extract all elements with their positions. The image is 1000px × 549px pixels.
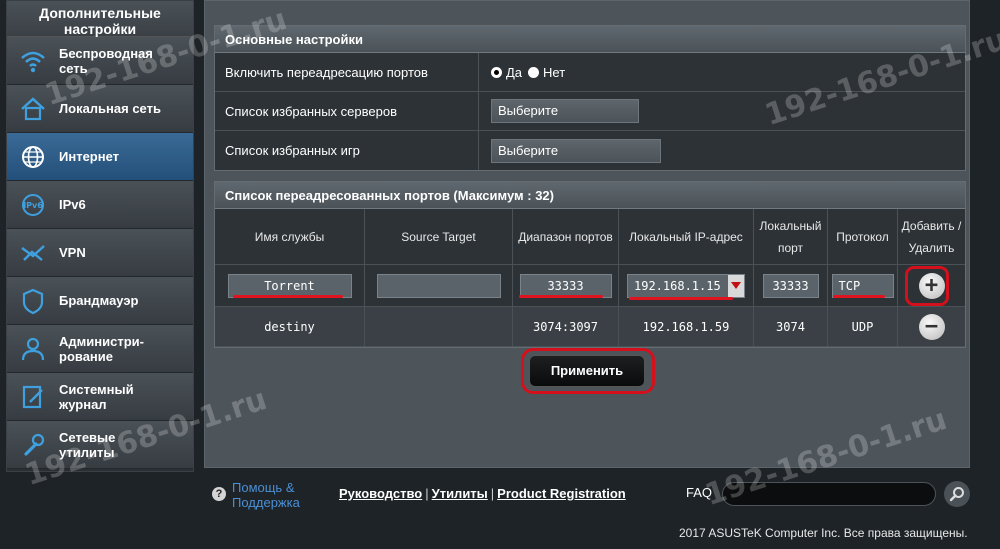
search-button[interactable] [944, 481, 970, 507]
sidebar-item-label: Системный журнал [59, 381, 134, 412]
footer-help: ? Помощь & Поддержка [212, 480, 314, 510]
sidebar-item-label: IPv6 [59, 197, 86, 212]
row-range: 3074:3097 [513, 307, 619, 346]
ipv6-icon: IPv6 [7, 181, 59, 229]
help-icon: ? [212, 487, 226, 501]
shield-icon [7, 277, 59, 325]
sidebar-item-firewall[interactable]: Брандмауэр [7, 277, 193, 325]
wrench-icon [7, 421, 59, 469]
sidebar-item-label: VPN [59, 245, 86, 260]
local-port-input[interactable]: 33333 [762, 273, 819, 298]
faq-label: FAQ [686, 485, 713, 500]
sidebar-item-label: Беспроводная сеть [59, 45, 153, 76]
favorite-servers-label: Список избранных серверов [215, 92, 479, 130]
row-protocol: UDP [828, 307, 898, 346]
sidebar-item-label: Брандмауэр [59, 293, 139, 308]
help-support-link[interactable]: Помощь & Поддержка [232, 480, 314, 510]
row-local-port: 3074 [754, 307, 828, 346]
radio-no-label: Нет [543, 64, 566, 80]
col-service-name: Имя службы [215, 209, 365, 264]
chevron-down-icon[interactable] [728, 274, 744, 297]
col-local-port: Локальный порт [754, 209, 828, 264]
source-target-input[interactable] [376, 273, 501, 298]
port-range-input[interactable]: 33333 [519, 273, 612, 298]
port-forwarding-title: Список переадресованных портов (Максимум… [215, 182, 965, 209]
table-input-row: Torrent 33333 192.168.1.15 33333 TCP + [215, 265, 965, 307]
col-add-remove: Добавить / Удалить [901, 218, 962, 255]
enable-forwarding-label: Включить переадресацию портов [215, 53, 479, 91]
manual-link[interactable]: Руководство [339, 486, 422, 501]
footer-links: Руководство | Утилиты | Product Registration [339, 486, 626, 501]
favorite-games-label: Список избранных игр [215, 131, 479, 170]
home-icon [7, 85, 59, 133]
service-name-input[interactable]: Torrent [227, 273, 352, 298]
vpn-icon [7, 229, 59, 277]
table-header: Имя службы Source Target Диапазон портов… [215, 209, 965, 265]
row-service: destiny [215, 307, 365, 346]
enable-forwarding-row: Включить переадресацию портов Да Нет [215, 53, 965, 92]
sidebar-item-label: Локальная сеть [59, 101, 161, 116]
radio-yes[interactable] [491, 66, 502, 78]
basic-settings-section: Основные настройки Включить переадресаци… [214, 25, 966, 171]
sidebar-item-label: Сетевые утилиты [59, 429, 116, 460]
radio-yes-label: Да [506, 64, 523, 80]
sidebar-item-vpn[interactable]: VPN [7, 229, 193, 277]
minus-icon: − [924, 313, 939, 339]
sidebar-item-label: Администри-рование [59, 333, 144, 364]
favorite-servers-row: Список избранных серверов Выберите [215, 92, 965, 131]
svg-text:IPv6: IPv6 [23, 201, 43, 210]
search-icon [949, 487, 964, 502]
user-icon [7, 325, 59, 373]
sidebar-item-label: Интернет [59, 149, 120, 164]
red-underline-service [233, 295, 343, 298]
port-forwarding-section: Список переадресованных портов (Максимум… [214, 181, 966, 348]
remove-button[interactable]: − [918, 313, 945, 340]
sidebar-item-syslog[interactable]: Системный журнал [7, 373, 193, 421]
radio-no[interactable] [528, 66, 540, 78]
red-underline-protocol [833, 295, 885, 298]
favorite-games-row: Список избранных игр Выберите [215, 131, 965, 170]
favorite-servers-select[interactable]: Выберите [491, 99, 639, 123]
utilities-link[interactable]: Утилиты [432, 486, 488, 501]
copyright: 2017 ASUSTeK Computer Inc. Все права защ… [679, 526, 968, 540]
search-input[interactable] [722, 482, 936, 506]
sidebar-header: Дополнительные настройки [7, 1, 193, 37]
sidebar-item-network-tools[interactable]: Сетевые утилиты [7, 421, 193, 469]
highlight-ring-apply [521, 348, 655, 394]
col-local-ip: Локальный IP-адрес [619, 209, 754, 264]
sidebar: Дополнительные настройки Беспроводная се… [6, 0, 194, 472]
protocol-select[interactable]: TCP [831, 273, 894, 298]
log-icon [7, 373, 59, 421]
col-source-target: Source Target [365, 209, 513, 264]
local-ip-value: 192.168.1.15 [634, 278, 721, 293]
col-protocol: Протокол [828, 209, 898, 264]
sidebar-item-ipv6[interactable]: IPv6 IPv6 [7, 181, 193, 229]
globe-icon [7, 133, 59, 181]
main-panel: Основные настройки Включить переадресаци… [204, 0, 970, 468]
sidebar-item-wireless[interactable]: Беспроводная сеть [7, 37, 193, 85]
row-source [365, 307, 513, 346]
sidebar-item-administration[interactable]: Администри-рование [7, 325, 193, 373]
red-underline-range [519, 295, 603, 298]
local-ip-select[interactable]: 192.168.1.15 [627, 273, 745, 298]
col-port-range: Диапазон портов [513, 209, 619, 264]
basic-settings-title: Основные настройки [215, 26, 965, 53]
row-local-ip: 192.168.1.59 [619, 307, 754, 346]
highlight-ring-add [905, 266, 949, 306]
sidebar-item-internet[interactable]: Интернет [7, 133, 193, 181]
wifi-icon [7, 37, 59, 85]
table-row: destiny 3074:3097 192.168.1.59 3074 UDP … [215, 307, 965, 347]
product-registration-link[interactable]: Product Registration [497, 486, 626, 501]
red-underline-ip [629, 297, 733, 300]
favorite-games-select[interactable]: Выберите [491, 138, 661, 163]
sidebar-item-lan[interactable]: Локальная сеть [7, 85, 193, 133]
